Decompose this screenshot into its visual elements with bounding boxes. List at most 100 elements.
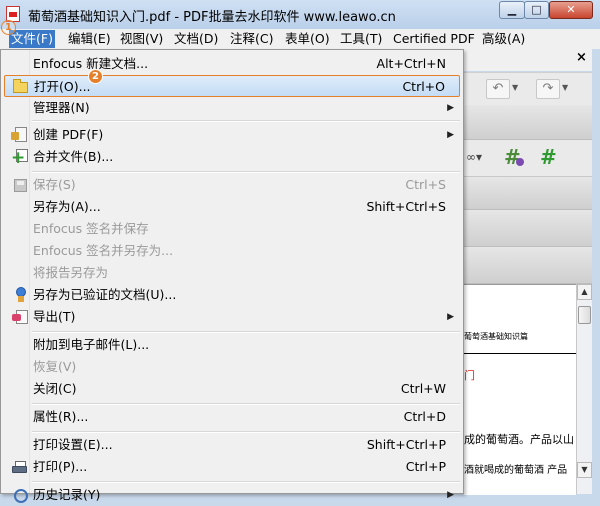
menu-item-enfocus-sign-save-as[interactable]: Enfocus 签名并另存为... xyxy=(4,240,460,262)
menu-separator xyxy=(32,331,460,333)
menu-item-label: 关闭(C) xyxy=(33,381,77,396)
menu-item-label: 管理器(N) xyxy=(33,100,90,115)
menu-item-label: 保存(S) xyxy=(33,177,76,192)
minimize-button[interactable]: ▁ xyxy=(499,1,525,19)
scroll-thumb[interactable] xyxy=(578,306,591,324)
save-icon xyxy=(14,179,27,192)
document-red-text: 门 xyxy=(464,369,475,382)
divider xyxy=(464,353,576,354)
create-pdf-icon xyxy=(11,127,27,142)
menu-certified-pdf[interactable]: Certified PDF xyxy=(391,30,477,48)
menu-item-shortcut: Ctrl+O xyxy=(402,79,445,94)
menu-item-shortcut: Shift+Ctrl+S xyxy=(366,199,446,214)
menu-item-label: 将报告另存为 xyxy=(33,265,109,280)
document-text-line: 成的葡萄酒。产品以山 xyxy=(464,433,574,446)
menu-item-properties[interactable]: 属性(R)... Ctrl+D xyxy=(4,406,460,428)
menu-item-open[interactable]: 打开(O)... Ctrl+O xyxy=(4,75,460,97)
scroll-up-button[interactable]: ▲ xyxy=(577,284,592,300)
menu-item-organizer[interactable]: 管理器(N) ▶ xyxy=(4,97,460,119)
combine-files-icon xyxy=(11,149,28,165)
menu-item-label: 合并文件(B)... xyxy=(33,149,114,164)
menu-item-label: 历史记录(Y) xyxy=(33,487,101,502)
file-menu-dropdown: Enfocus 新建文档... Alt+Ctrl+N 打开(O)... Ctrl… xyxy=(0,49,464,503)
menu-separator xyxy=(32,431,460,433)
menu-item-print-setup[interactable]: 打印设置(E)... Shift+Ctrl+P xyxy=(4,434,460,456)
menu-advanced[interactable]: 高级(A) xyxy=(480,30,527,48)
folder-icon xyxy=(13,79,28,93)
printer-icon xyxy=(12,461,28,475)
panel-strip xyxy=(464,247,600,284)
menu-item-history[interactable]: 历史记录(Y) ▶ xyxy=(4,484,460,506)
menu-item-label: 附加到电子邮件(L)... xyxy=(33,337,150,352)
document-heading: 葡萄酒基础知识篇 xyxy=(464,332,528,341)
menu-item-label: 打开(O)... xyxy=(34,79,91,94)
menu-forms[interactable]: 表单(O) xyxy=(283,30,332,48)
title-bar: 葡萄酒基础知识入门.pdf - PDF批量去水印软件 www.leawo.cn … xyxy=(0,0,600,30)
submenu-arrow-icon: ▶ xyxy=(447,130,454,140)
menu-item-close[interactable]: 关闭(C) Ctrl+W xyxy=(4,378,460,400)
menu-item-enfocus-new[interactable]: Enfocus 新建文档... Alt+Ctrl+N xyxy=(4,53,460,75)
menu-item-label: 恢复(V) xyxy=(33,359,77,374)
menu-comments[interactable]: 注释(C) xyxy=(228,30,275,48)
panel-strip xyxy=(464,177,600,210)
submenu-arrow-icon: ▶ xyxy=(447,103,454,113)
close-window-button[interactable]: ✕ xyxy=(549,1,593,19)
menu-file[interactable]: 文件(F) xyxy=(9,30,55,48)
menu-tools[interactable]: 工具(T) xyxy=(338,30,384,48)
menu-separator xyxy=(32,481,460,483)
menu-item-label: 另存为(A)... xyxy=(33,199,101,214)
certificate-ribbon-icon xyxy=(14,287,28,303)
menu-item-label: 导出(T) xyxy=(33,309,76,324)
export-icon xyxy=(12,309,28,325)
menu-document[interactable]: 文档(D) xyxy=(172,30,220,48)
grid-icon[interactable]: # xyxy=(540,147,557,167)
menu-item-shortcut: Ctrl+P xyxy=(405,459,446,474)
menu-item-save-as[interactable]: 另存为(A)... Shift+Ctrl+S xyxy=(4,196,460,218)
scroll-down-button[interactable]: ▼ xyxy=(577,462,592,478)
chevron-down-icon[interactable]: ▼ xyxy=(562,79,568,97)
menu-separator xyxy=(32,120,460,122)
menu-item-label: Enfocus 签名并另存为... xyxy=(33,243,174,258)
menu-item-label: 打印设置(E)... xyxy=(33,437,113,452)
menu-edit[interactable]: 编辑(E) xyxy=(66,30,113,48)
tools-toolbar: ∞▾ # # xyxy=(464,140,600,177)
menu-item-label: 另存为已验证的文档(U)... xyxy=(33,287,177,302)
menu-item-revert[interactable]: 恢复(V) xyxy=(4,356,460,378)
forward-arrow-icon[interactable]: ↷ xyxy=(536,79,560,99)
toolbar-strip xyxy=(464,105,600,140)
menu-item-export[interactable]: 导出(T) ▶ xyxy=(4,306,460,328)
menu-item-shortcut: Alt+Ctrl+N xyxy=(376,56,446,71)
chevron-down-icon[interactable]: ▼ xyxy=(512,79,518,97)
close-document-button[interactable]: × xyxy=(576,50,590,66)
vertical-scrollbar[interactable]: ▲ ▼ xyxy=(576,284,593,494)
back-arrow-icon[interactable]: ↶ xyxy=(486,79,510,99)
menu-view[interactable]: 视图(V) xyxy=(118,30,165,48)
document-page: 葡萄酒基础知识篇 门 成的葡萄酒。产品以山 酒就喝成的葡萄酒 产品 xyxy=(464,284,576,495)
menu-separator xyxy=(32,171,460,173)
menu-item-label: 创建 PDF(F) xyxy=(33,127,104,142)
menu-item-label: 打印(P)... xyxy=(33,459,88,474)
menu-item-combine-files[interactable]: 合并文件(B)... xyxy=(4,146,460,168)
window-title: 葡萄酒基础知识入门.pdf - PDF批量去水印软件 www.leawo.cn xyxy=(28,10,396,25)
menu-item-enfocus-sign-save[interactable]: Enfocus 签名并保存 xyxy=(4,218,460,240)
step-marker-1: 1 xyxy=(1,20,16,35)
link-tool-icon[interactable]: ∞▾ xyxy=(466,150,482,164)
menu-item-shortcut: Ctrl+W xyxy=(400,381,446,396)
menu-item-create-pdf[interactable]: 创建 PDF(F) ▶ xyxy=(4,124,460,146)
submenu-arrow-icon: ▶ xyxy=(447,490,454,500)
menu-item-save-certified[interactable]: 另存为已验证的文档(U)... xyxy=(4,284,460,306)
menu-item-shortcut: Shift+Ctrl+P xyxy=(366,437,446,452)
history-icon xyxy=(14,489,28,503)
window-frame xyxy=(592,49,600,494)
menu-item-shortcut: Ctrl+D xyxy=(403,409,446,424)
marker-dot-icon xyxy=(516,158,524,166)
menu-separator xyxy=(32,403,460,405)
maximize-button[interactable]: □ xyxy=(524,1,549,19)
menu-item-label: Enfocus 签名并保存 xyxy=(33,221,149,236)
menu-item-save[interactable]: 保存(S) Ctrl+S xyxy=(4,174,460,196)
menu-item-print[interactable]: 打印(P)... Ctrl+P xyxy=(4,456,460,478)
menu-item-save-report[interactable]: 将报告另存为 xyxy=(4,262,460,284)
document-text-line: 酒就喝成的葡萄酒 产品 xyxy=(464,465,568,476)
menu-bar: 文件(F) 编辑(E) 视图(V) 文档(D) 注释(C) 表单(O) 工具(T… xyxy=(0,29,600,50)
menu-item-attach-email[interactable]: 附加到电子邮件(L)... xyxy=(4,334,460,356)
